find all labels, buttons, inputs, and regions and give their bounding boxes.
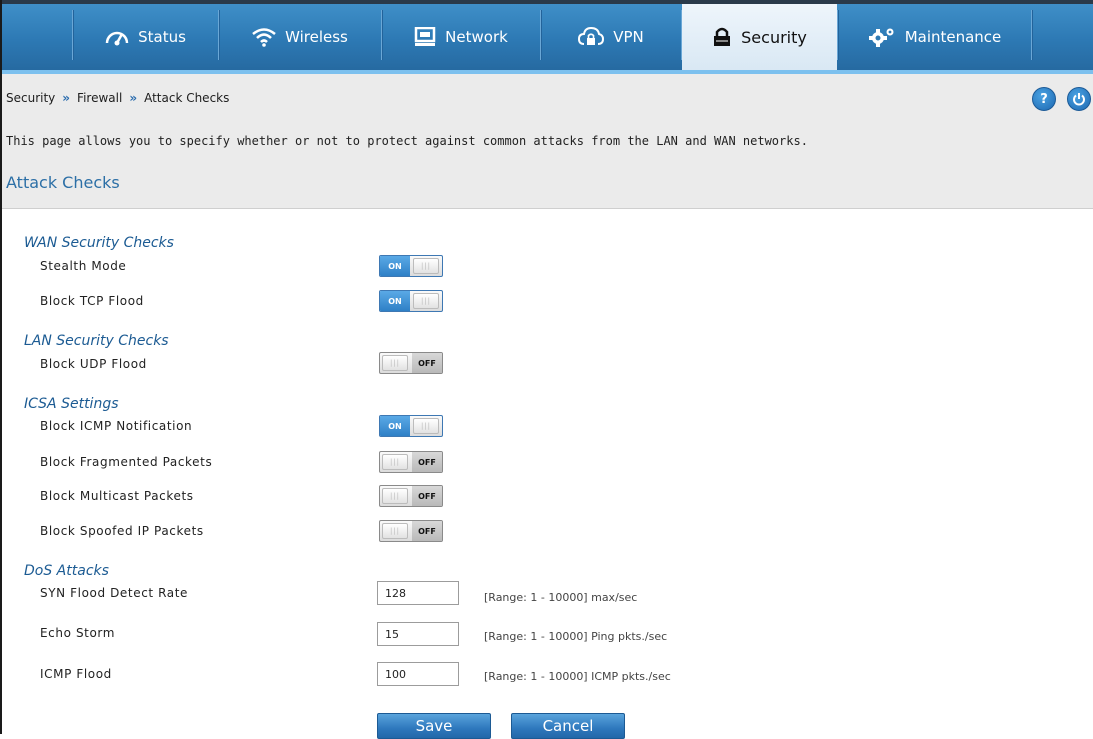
row-label-stealth-mode: Stealth Mode [40,259,127,273]
toggle-knob: ||| [413,293,439,309]
range-hint-echo-storm: [Range: 1 - 10000] Ping pkts./sec [484,630,668,643]
lock-icon [714,27,731,46]
cancel-button[interactable]: Cancel [511,713,625,739]
nav-item-vpn[interactable]: VPN [541,4,681,70]
range-hint-syn-flood: [Range: 1 - 10000] max/sec [484,591,638,604]
row-label-block-fragmented-packets: Block Fragmented Packets [40,455,213,469]
toggle-state-label: ON [380,256,410,276]
block-icmp-notification-toggle[interactable]: ON ||| [379,415,443,437]
nav-item-security[interactable]: Security [682,4,837,70]
breadcrumb-separator: » [129,91,138,105]
row-label-block-tcp-flood: Block TCP Flood [40,294,144,308]
breadcrumb: Security » Firewall » Attack Checks [6,91,229,105]
section-title-icsa: ICSA Settings [24,396,119,412]
toggle-state-label: OFF [412,486,442,506]
breadcrumb-item-firewall[interactable]: Firewall [77,91,122,105]
row-label-block-multicast-packets: Block Multicast Packets [40,489,194,503]
block-fragmented-packets-toggle[interactable]: ||| OFF [379,451,443,473]
row-label-icmp-flood: ICMP Flood [40,667,112,681]
row-label-block-udp-flood: Block UDP Flood [40,357,147,371]
range-hint-icmp-flood: [Range: 1 - 10000] ICMP pkts./sec [484,670,671,683]
nav-item-maintenance[interactable]: Maintenance [838,4,1031,70]
syn-flood-detect-rate-input[interactable] [377,581,459,605]
nav-label-vpn: VPN [613,28,644,46]
nav-label-wireless: Wireless [285,28,348,46]
toggle-knob: ||| [382,454,408,470]
toggle-knob: ||| [413,258,439,274]
section-title-wan: WAN Security Checks [24,235,174,251]
nav-item-status[interactable]: Status [73,4,218,70]
nav-label-status: Status [138,28,186,46]
power-icon [1073,93,1085,106]
breadcrumb-item-attack-checks: Attack Checks [144,91,230,105]
toggle-knob: ||| [382,523,408,539]
block-tcp-flood-toggle[interactable]: ON ||| [379,290,443,312]
nav-label-maintenance: Maintenance [904,28,1002,46]
row-label-block-spoofed-ip-packets: Block Spoofed IP Packets [40,524,204,538]
breadcrumb-separator: » [62,91,71,105]
toggle-state-label: OFF [412,452,442,472]
cloud-lock-icon [578,27,605,45]
row-label-echo-storm: Echo Storm [40,626,116,640]
page-title: Attack Checks [6,173,120,192]
block-spoofed-ip-packets-toggle[interactable]: ||| OFF [379,520,443,542]
toggle-state-label: ON [380,416,410,436]
block-udp-flood-toggle[interactable]: ||| OFF [379,352,443,374]
block-multicast-packets-toggle[interactable]: ||| OFF [379,485,443,507]
toggle-state-label: ON [380,291,410,311]
toggle-knob: ||| [382,355,408,371]
toggle-state-label: OFF [412,353,442,373]
row-label-syn-flood-detect-rate: SYN Flood Detect Rate [40,586,189,600]
echo-storm-input[interactable] [377,622,459,646]
nav-item-wireless[interactable]: Wireless [219,4,381,70]
save-button[interactable]: Save [377,713,491,739]
logout-button[interactable] [1067,87,1091,111]
stealth-mode-toggle[interactable]: ON ||| [379,255,443,277]
nav-separator [1031,10,1032,60]
section-title-lan: LAN Security Checks [24,333,169,349]
help-button[interactable]: ? [1032,87,1056,111]
breadcrumb-item-security[interactable]: Security [6,91,55,105]
gauge-icon [105,31,129,46]
row-label-block-icmp-notification: Block ICMP Notification [40,419,193,433]
toggle-knob: ||| [382,488,408,504]
monitor-icon [414,27,436,46]
gears-icon [868,28,894,47]
nav-item-network[interactable]: Network [382,4,540,70]
toggle-state-label: OFF [412,521,442,541]
toggle-knob: ||| [413,418,439,434]
section-title-dos: DoS Attacks [24,563,109,579]
nav-label-security: Security [741,27,807,47]
nav-label-network: Network [445,28,508,46]
icmp-flood-input[interactable] [377,662,459,686]
wifi-icon [252,28,276,47]
page-description: This page allows you to specify whether … [6,134,808,148]
